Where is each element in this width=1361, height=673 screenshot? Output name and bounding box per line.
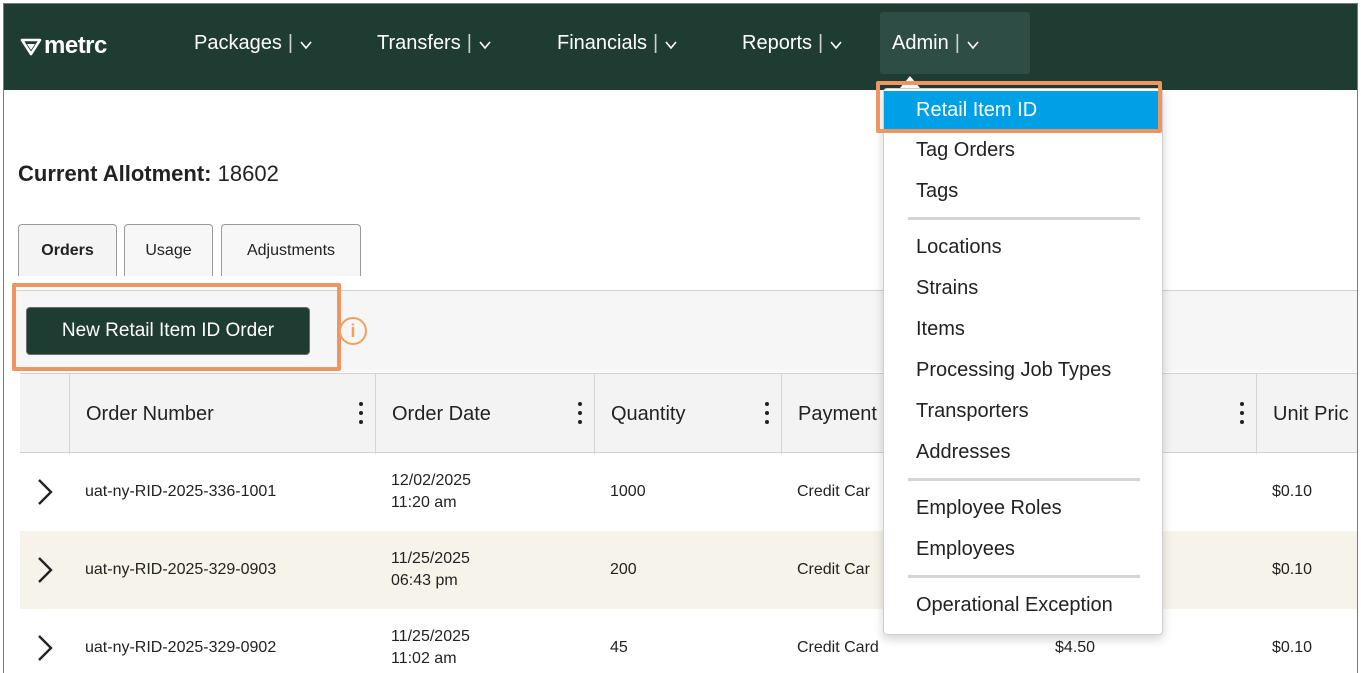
tab-orders-label: Orders: [41, 241, 94, 259]
nav-packages[interactable]: Packages |: [182, 12, 325, 74]
menu-item-employees[interactable]: Employees: [884, 530, 1162, 568]
allotment-label: Current Allotment:: [18, 161, 212, 186]
nav-packages-label: Packages: [194, 31, 282, 54]
chevron-down-icon[interactable]: [664, 38, 678, 52]
new-retail-item-id-order-button[interactable]: New Retail Item ID Order: [26, 307, 310, 355]
nav-reports[interactable]: Reports |: [730, 12, 855, 74]
chevron-right-icon[interactable]: [36, 633, 54, 663]
cell-order-number: uat-ny-RID-2025-329-0903: [85, 560, 277, 578]
menu-divider: [908, 478, 1140, 481]
cell-quantity: 1000: [610, 482, 646, 500]
tab-adjustments-label: Adjustments: [246, 241, 336, 259]
order-date: 12/02/2025: [391, 471, 472, 489]
tab-orders[interactable]: Orders: [18, 224, 117, 276]
cell-order-date: 12/02/2025 11:20 am: [375, 453, 471, 531]
menu-item-processing-job-types[interactable]: Processing Job Types: [884, 351, 1162, 389]
column-header-order-number[interactable]: Order Number: [69, 374, 375, 454]
nav-transfers[interactable]: Transfers |: [365, 12, 504, 74]
menu-item-tag-orders[interactable]: Tag Orders: [884, 131, 1162, 169]
cell-quantity: 200: [610, 560, 637, 578]
nav-financials[interactable]: Financials |: [545, 12, 690, 74]
cell-payment: Credit Car: [797, 482, 870, 500]
chevron-down-icon[interactable]: [966, 38, 980, 52]
nav-admin-label: Admin: [892, 31, 949, 54]
metrc-logo[interactable]: metrc: [20, 28, 107, 64]
top-nav: metrc Packages | Transfers | Financials …: [4, 4, 1357, 90]
highlight-box-retail-item-id: [876, 81, 1162, 133]
chevron-right-icon[interactable]: [36, 555, 54, 585]
logo-text: metrc: [44, 32, 107, 59]
cell-quantity: 45: [610, 638, 628, 656]
cell-payment: Credit Car: [797, 560, 870, 578]
menu-divider: [908, 217, 1140, 220]
cell-payment: Credit Card: [797, 638, 879, 656]
nav-transfers-label: Transfers: [377, 31, 461, 54]
menu-item-employee-roles[interactable]: Employee Roles: [884, 489, 1162, 527]
column-menu-icon[interactable]: [1240, 402, 1244, 426]
logo-mark-icon: [20, 38, 42, 56]
info-icon[interactable]: i: [339, 317, 367, 345]
menu-item-addresses[interactable]: Addresses: [884, 433, 1162, 471]
admin-dropdown-menu: Retail Item ID Tag Orders Tags Locations…: [883, 88, 1163, 635]
menu-item-tags[interactable]: Tags: [884, 172, 1162, 210]
order-time: 06:43 pm: [391, 572, 458, 589]
menu-item-transporters[interactable]: Transporters: [884, 392, 1162, 430]
cell-order-date: 11/25/2025 06:43 pm: [375, 531, 470, 609]
column-header-order-date[interactable]: Order Date: [375, 374, 594, 454]
menu-item-locations[interactable]: Locations: [884, 228, 1162, 266]
column-menu-icon[interactable]: [359, 402, 363, 426]
tab-usage[interactable]: Usage: [124, 224, 213, 276]
cell-unit-price: $0.10: [1272, 560, 1313, 578]
cell-unit-price: $0.10: [1272, 482, 1313, 500]
chevron-down-icon[interactable]: [478, 38, 492, 52]
column-header-label: Order Number: [86, 402, 214, 425]
cell-order-number: uat-ny-RID-2025-336-1001: [85, 482, 277, 500]
order-date: 11/25/2025: [391, 627, 470, 645]
cell-order-number: uat-ny-RID-2025-329-0902: [85, 638, 277, 656]
allotment-value: 18602: [217, 161, 279, 186]
order-time: 11:02 am: [391, 650, 457, 667]
menu-item-strains[interactable]: Strains: [884, 269, 1162, 307]
nav-separator: |: [466, 31, 472, 54]
menu-item-items[interactable]: Items: [884, 310, 1162, 348]
column-header-label: Payment: [798, 402, 877, 425]
nav-financials-label: Financials: [557, 31, 648, 54]
menu-divider: [908, 575, 1140, 578]
nav-admin[interactable]: Admin |: [880, 12, 1030, 74]
nav-separator: |: [818, 31, 824, 54]
column-header-label: Order Date: [392, 402, 491, 425]
app-window: metrc Packages | Transfers | Financials …: [3, 3, 1358, 673]
column-menu-icon[interactable]: [578, 402, 582, 426]
order-date: 11/25/2025: [391, 549, 470, 567]
cell-unit-price: $0.10: [1272, 638, 1313, 656]
column-header-quantity[interactable]: Quantity: [594, 374, 781, 454]
chevron-down-icon[interactable]: [299, 38, 313, 52]
column-header-label: Unit Pric: [1273, 402, 1349, 425]
nav-separator: |: [954, 31, 960, 54]
column-header-label: Quantity: [611, 402, 686, 425]
nav-reports-label: Reports: [742, 31, 813, 54]
column-menu-icon[interactable]: [765, 402, 769, 426]
order-time: 11:20 am: [391, 494, 457, 511]
tab-adjustments[interactable]: Adjustments: [221, 224, 361, 276]
expand-column-header: [20, 374, 69, 454]
cell-order-date: 11/25/2025 11:02 am: [375, 609, 470, 673]
column-header-unit-price[interactable]: Unit Pric: [1256, 374, 1357, 454]
chevron-right-icon[interactable]: [36, 477, 54, 507]
current-allotment: Current Allotment: 18602: [18, 161, 279, 187]
nav-separator: |: [653, 31, 659, 54]
menu-item-operational-exception[interactable]: Operational Exception: [884, 586, 1162, 624]
nav-separator: |: [287, 31, 294, 54]
chevron-down-icon[interactable]: [829, 38, 843, 52]
tab-usage-label: Usage: [145, 241, 192, 259]
